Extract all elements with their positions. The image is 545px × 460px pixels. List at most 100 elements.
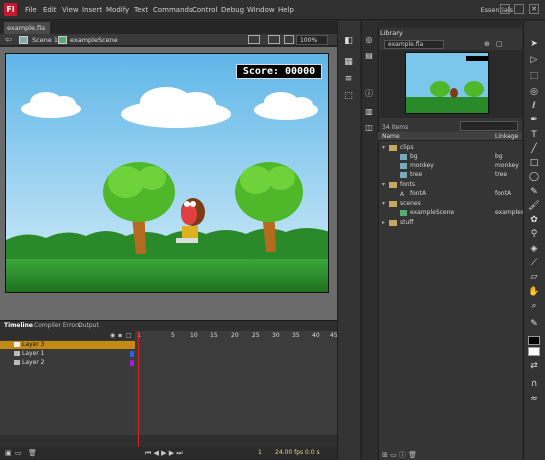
center-stage-icon[interactable] [284,35,294,44]
document-tab[interactable]: example.fla [4,22,50,34]
hand-icon[interactable]: ✋ [527,286,541,299]
rectangle-icon[interactable]: □ [527,157,541,170]
menu-debug[interactable]: Debug [221,6,244,14]
edit-scene-icon[interactable] [248,35,260,44]
library-panel-icon[interactable]: ▥ [363,106,375,118]
layer-row-3[interactable]: Layer 3 [0,341,135,349]
properties-icon[interactable]: ⓘ [363,88,375,100]
library-item[interactable]: monkey monkey [378,161,522,170]
expand-icon[interactable]: ▾ [382,180,385,189]
color-panel-icon[interactable]: ◧ [341,34,356,48]
column-linkage[interactable]: Linkage [495,133,518,140]
library-folder[interactable]: ▾ fonts [378,180,522,189]
tab-compiler-errors[interactable]: Compiler Errors [34,322,81,331]
eye-icon[interactable]: ◉ [110,332,115,339]
symbol-breadcrumb[interactable]: exampleScene [70,36,118,44]
menu-commands[interactable]: Commands [153,6,193,14]
scene-breadcrumb[interactable]: Scene 1 [32,36,58,44]
menu-window[interactable]: Window [247,6,275,14]
paint-bucket-icon[interactable]: ◈ [527,243,541,256]
layer-icon [14,351,20,356]
stroke-color-swatch[interactable] [528,336,540,345]
layer-name: Layer 2 [22,359,45,366]
layer-row-2[interactable]: Layer 2 [0,359,135,367]
smooth-icon[interactable]: ≈ [527,393,541,406]
outline-icon[interactable]: □ [126,332,132,339]
oval-icon[interactable]: ◯ [527,171,541,184]
stroke-color-icon[interactable]: ✎ [527,318,541,331]
menu-view[interactable]: View [62,6,79,14]
swatches-icon[interactable]: ▦ [341,55,356,69]
lasso-icon[interactable]: ℓ [527,100,541,113]
line-icon[interactable]: ╱ [527,143,541,156]
menu-text[interactable]: Text [134,6,148,14]
pencil-icon[interactable]: ✎ [527,186,541,199]
library-item[interactable]: A fontA fontA [378,189,522,198]
eraser-icon[interactable]: ▱ [527,271,541,284]
playhead[interactable] [138,332,139,460]
snap-icon[interactable]: ∩ [527,378,541,391]
expand-icon[interactable]: ▾ [382,199,385,208]
library-file-select[interactable]: example.fla [384,40,444,49]
align-icon[interactable]: ≡ [341,72,356,86]
lock-icon[interactable]: ▪ [118,332,122,339]
fill-color-icon[interactable] [528,347,540,356]
brush-icon[interactable]: 🖌 [527,200,541,213]
menu-insert[interactable]: Insert [82,6,102,14]
free-transform-icon[interactable]: ⬚ [527,70,541,83]
frame-rate[interactable]: 24.00 fps [275,449,303,456]
new-library-icon[interactable]: ▢ [496,40,503,48]
menu-edit[interactable]: Edit [43,6,57,14]
library-folder[interactable]: ▸ stuff [378,218,522,227]
transform-icon[interactable]: ⬚ [341,89,356,103]
column-name[interactable]: Name [382,133,400,140]
new-folder-icon[interactable]: ▭ [15,449,22,457]
layer-row-1[interactable]: Layer 1 [0,350,135,358]
eyedropper-icon[interactable]: ⟋ [527,257,541,270]
menu-modify[interactable]: Modify [106,6,129,14]
new-layer-icon[interactable]: ▣ [5,449,12,457]
delete-layer-icon[interactable]: 🗑 [28,449,37,457]
close-icon[interactable]: ✕ [529,4,539,14]
3d-rotation-icon[interactable]: ◎ [527,86,541,99]
deco-icon[interactable]: ✿ [527,214,541,227]
library-footer-icons[interactable]: ⊞ ▭ ⓘ 🗑 [382,450,417,460]
library-folder[interactable]: ▾ scenes [378,199,522,208]
edit-symbols-icon[interactable] [268,35,280,44]
library-search-input[interactable] [460,121,518,131]
menu-help[interactable]: Help [278,6,294,14]
expand-icon[interactable]: ▸ [382,218,385,227]
subselection-icon[interactable]: ▷ [527,54,541,67]
expand-icon[interactable]: ▾ [382,143,385,152]
library-item[interactable]: tree tree [378,170,522,179]
bone-icon[interactable]: ⚲ [527,228,541,241]
item-name: scenes [400,200,421,207]
library-item[interactable]: exampleScene examples [378,208,524,217]
swap-colors-icon[interactable]: ⇄ [527,360,541,373]
text-icon[interactable]: T [527,129,541,142]
zoom-icon[interactable]: ⌕ [527,300,541,313]
layer-color-swatch[interactable] [130,351,134,357]
minimize-button[interactable] [500,4,510,14]
frame-grid[interactable] [135,331,337,435]
library-item[interactable]: bg bg [378,152,522,161]
stage-canvas[interactable] [5,53,329,293]
menu-control[interactable]: Control [192,6,217,14]
code-snippets-icon[interactable]: ◫ [363,122,375,134]
pin-icon[interactable]: ⊕ [484,40,490,48]
back-arrow-icon[interactable]: ⇦ [5,35,12,44]
tab-timeline[interactable]: Timeline [4,322,33,331]
maximize-button[interactable] [514,4,524,14]
tab-output[interactable]: Output [78,322,99,331]
project-icon[interactable]: ▤ [363,50,375,62]
library-folder[interactable]: ▾ clips [378,143,522,152]
pen-icon[interactable]: ✒ [527,114,541,127]
menu-file[interactable]: File [25,6,37,14]
play-controls-icon[interactable]: ⏮ ◀ ▶ ▶ ⏭ [145,449,183,458]
selection-icon[interactable]: ➤ [527,38,541,51]
current-frame[interactable]: 1 [258,449,262,456]
panel-dock-right [361,21,377,460]
layer-color-swatch[interactable] [130,360,134,366]
motion-presets-icon[interactable]: ◎ [363,34,375,46]
zoom-select[interactable]: 100% [296,35,328,45]
